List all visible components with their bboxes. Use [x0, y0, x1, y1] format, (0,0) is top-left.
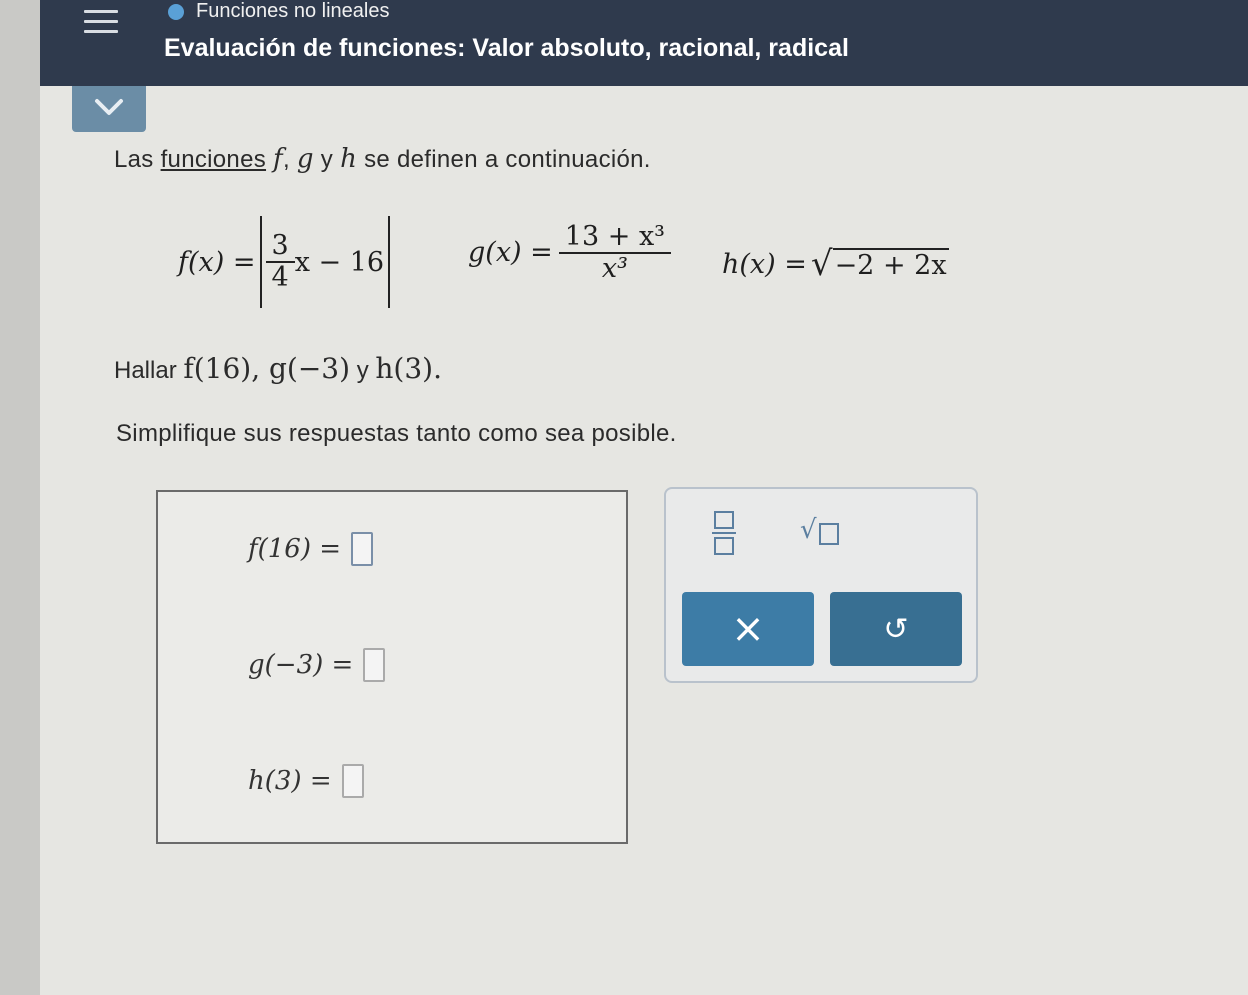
answer-input-f16[interactable] — [351, 532, 374, 566]
topic-label: Funciones no lineales — [196, 0, 390, 22]
undo-button[interactable]: ↺ — [830, 592, 962, 666]
h-symbol: h — [340, 144, 358, 174]
problem-intro: Las funciones f, g y h se definen a cont… — [114, 144, 651, 174]
close-icon: × — [731, 606, 765, 652]
collapse-button[interactable] — [72, 86, 146, 132]
functions-link[interactable]: funciones — [161, 146, 266, 173]
sqrt-sign: √ — [810, 244, 833, 284]
answer-row-h3: h(3) = — [248, 764, 364, 798]
h-definition: h(x) = √ −2 + 2x — [722, 244, 949, 284]
answer-input-h3[interactable] — [341, 764, 364, 798]
clear-button[interactable]: × — [682, 592, 814, 666]
h-radicand: −2 + 2x — [832, 247, 949, 281]
abs-bar-left — [259, 216, 262, 308]
menu-icon[interactable] — [84, 10, 118, 40]
math-palette: √ × ↺ — [664, 487, 978, 683]
intro-prefix: Las — [114, 146, 154, 173]
find-y: y — [356, 357, 369, 384]
f-denominator: 4 — [271, 262, 289, 293]
page-title: Evaluación de funciones: Valor absoluto,… — [164, 34, 849, 62]
abs-bar-right — [388, 216, 391, 308]
find-instruction: Hallar f(16), g(−3) y h(3). — [114, 352, 442, 385]
f-numerator: 3 — [265, 231, 295, 263]
undo-icon: ↺ — [883, 611, 909, 647]
fraction-icon[interactable] — [712, 511, 736, 555]
g-fraction: 13 + x³ x³ — [558, 222, 671, 284]
simplify-instruction: Simplifique sus respuestas tanto como se… — [116, 420, 677, 447]
find-label: Hallar — [114, 357, 177, 384]
intro-suffix: se definen a continuación. — [364, 146, 651, 173]
intro-y: y — [320, 146, 334, 173]
answer-label-gm3: g(−3) = — [248, 650, 354, 680]
answer-label-f16: f(16) = — [248, 534, 342, 564]
f-lhs: f(x) = — [178, 246, 256, 278]
chevron-down-icon — [95, 99, 123, 115]
answer-row-f16: f(16) = — [248, 532, 374, 566]
f-symbol: f — [273, 144, 283, 174]
g-denominator: x³ — [601, 252, 628, 284]
g-symbol: g — [296, 144, 314, 174]
topic-row: Funciones no lineales — [168, 0, 389, 23]
g-numerator: 13 + x³ — [558, 222, 671, 254]
answer-input-gm3[interactable] — [363, 648, 386, 682]
answer-panel: f(16) = g(−3) = h(3) = — [156, 490, 628, 844]
g-lhs: g(x) = — [468, 237, 553, 269]
left-margin — [0, 0, 40, 995]
h-lhs: h(x) = — [722, 248, 807, 280]
top-header: Funciones no lineales Evaluación de func… — [40, 0, 1248, 86]
answer-label-h3: h(3) = — [248, 766, 332, 796]
g-definition: g(x) = 13 + x³ x³ — [468, 222, 671, 283]
f-fraction: 3 4 — [265, 231, 295, 293]
find-items: f(16), g(−3) — [183, 352, 351, 385]
sqrt-icon[interactable]: √ — [800, 515, 839, 545]
answer-row-gm3: g(−3) = — [248, 648, 386, 682]
find-last: h(3). — [375, 352, 442, 385]
f-rest: x − 16 — [294, 246, 385, 278]
f-definition: f(x) = 3 4 x − 16 — [178, 216, 394, 308]
progress-dot-icon — [168, 3, 184, 20]
